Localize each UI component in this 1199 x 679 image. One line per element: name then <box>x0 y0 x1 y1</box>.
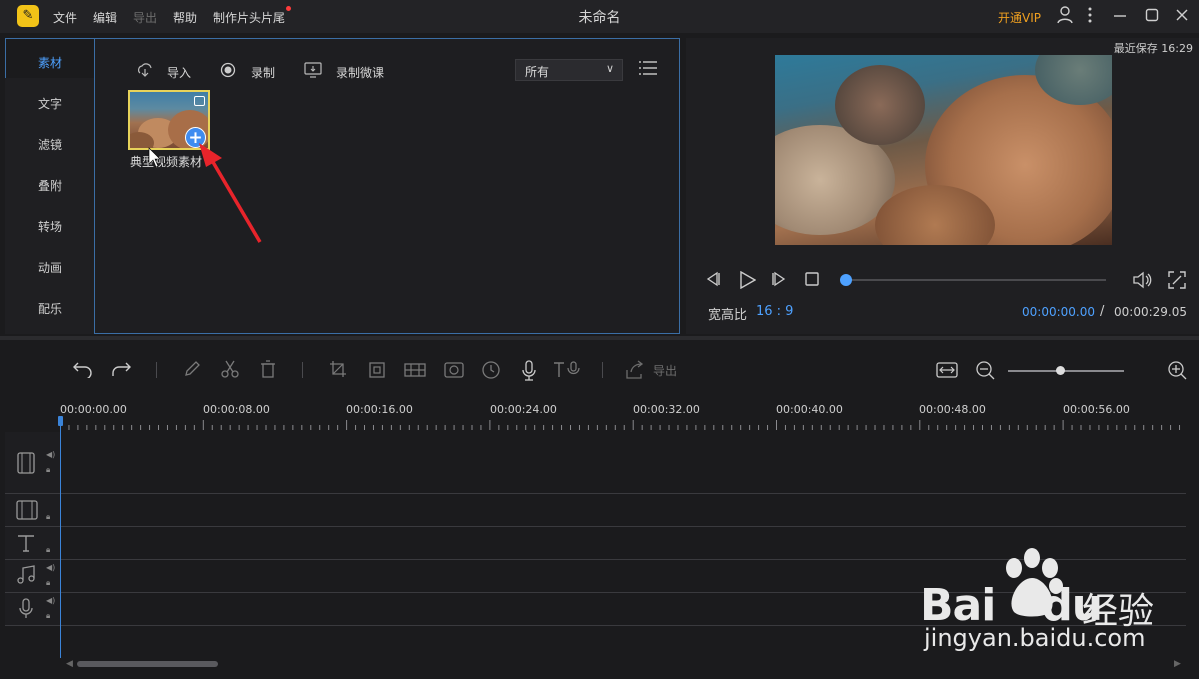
preview-panel: 最近保存 16:29 宽高比 16 : 9 00:00:00.00 / 00:0… <box>686 38 1199 334</box>
ruler-label: 00:00:08.00 <box>203 403 270 416</box>
user-icon[interactable] <box>1057 6 1073 28</box>
track-lock-icon[interactable]: 🔒︎ <box>46 465 50 475</box>
track-mute-icon[interactable]: ◀) <box>46 563 55 572</box>
text-to-speech-icon[interactable] <box>553 360 583 385</box>
redo-icon[interactable] <box>111 360 131 383</box>
crop-icon[interactable] <box>329 360 347 383</box>
overlay-track-icon <box>16 500 38 524</box>
title-bar: ✎ 文件 编辑 导出 帮助 制作片头片尾 未命名 开通VIP <box>0 0 1199 33</box>
timeline-ruler[interactable] <box>60 420 1186 430</box>
sidebar-item-filter[interactable]: 滤镜 <box>5 136 95 153</box>
zoom-frame-icon[interactable] <box>367 360 387 385</box>
track-mute-icon[interactable]: ◀) <box>46 596 55 605</box>
playhead[interactable] <box>60 418 61 658</box>
sidebar-item-text[interactable]: 文字 <box>5 95 95 112</box>
current-time: 00:00:00.00 <box>1022 305 1095 319</box>
sidebar-item-transition[interactable]: 转场 <box>5 218 95 235</box>
arrow-annotation-icon <box>148 143 262 243</box>
ruler-label: 00:00:40.00 <box>776 403 843 416</box>
sidebar-item-music[interactable]: 配乐 <box>5 300 95 317</box>
voiceover-track-icon <box>18 598 34 624</box>
ruler-label: 00:00:32.00 <box>633 403 700 416</box>
zoom-out-icon[interactable] <box>975 360 995 385</box>
total-duration: 00:00:29.05 <box>1114 305 1187 319</box>
sidebar-item-overlay[interactable]: 叠附 <box>5 177 95 194</box>
vip-button[interactable]: 开通VIP <box>998 9 1041 26</box>
time-separator: / <box>1100 304 1105 319</box>
ruler-label: 00:00:48.00 <box>919 403 986 416</box>
baidu-watermark: Bai du 经验 jingyan.baidu.com <box>920 548 1190 658</box>
fit-timeline-icon[interactable] <box>936 360 958 385</box>
watermark-url: jingyan.baidu.com <box>924 624 1146 652</box>
zoom-slider[interactable] <box>1008 370 1124 372</box>
more-icon[interactable] <box>1087 6 1093 28</box>
mosaic-icon[interactable] <box>403 360 427 385</box>
voiceover-mic-icon[interactable] <box>521 360 537 387</box>
sidebar-item-media[interactable]: 素材 <box>5 54 95 71</box>
stop-icon[interactable] <box>804 271 820 291</box>
previous-frame-icon[interactable] <box>706 271 722 291</box>
media-panel: 导入 录制 录制微课 所有 ∨ + 典型视频素材 <box>94 38 680 334</box>
scroll-left-icon[interactable]: ◀ <box>66 659 73 669</box>
close-icon[interactable] <box>1175 6 1189 28</box>
fullscreen-icon[interactable] <box>1168 271 1186 293</box>
ruler-label: 00:00:24.00 <box>490 403 557 416</box>
maximize-icon[interactable] <box>1145 6 1159 28</box>
duration-clock-icon[interactable] <box>481 360 501 385</box>
toolbar-separator <box>156 362 157 378</box>
track-divider <box>5 493 1186 494</box>
scissors-icon[interactable] <box>221 360 239 383</box>
aspect-ratio-select[interactable]: 16 : 9 <box>756 304 793 319</box>
track-lock-icon[interactable]: 🔒︎ <box>46 611 50 621</box>
minimize-icon[interactable] <box>1113 6 1127 28</box>
toolbar-separator <box>602 362 603 378</box>
track-lock-icon[interactable]: 🔒︎ <box>46 578 50 588</box>
ruler-label: 00:00:00.00 <box>60 403 127 416</box>
track-mute-icon[interactable]: ◀) <box>46 450 55 459</box>
toolbar-separator <box>302 362 303 378</box>
zoom-slider-handle[interactable] <box>1056 366 1066 375</box>
last-saved-status: 最近保存 16:29 <box>1113 42 1193 55</box>
export-share-icon[interactable] <box>625 360 645 385</box>
aspect-ratio-label: 宽高比 <box>708 308 748 323</box>
timeline-horizontal-scrollbar[interactable] <box>77 661 218 667</box>
edit-pencil-icon[interactable] <box>183 360 201 383</box>
next-frame-icon[interactable] <box>770 271 786 291</box>
export-button[interactable]: 导出 <box>653 362 677 379</box>
freeze-frame-icon[interactable] <box>443 360 465 385</box>
delete-icon[interactable] <box>259 360 277 383</box>
track-lock-icon[interactable]: 🔒︎ <box>46 512 50 522</box>
undo-icon[interactable] <box>73 360 93 383</box>
timeline-toolbar: 导出 <box>0 340 1199 400</box>
video-track-icon <box>16 452 36 478</box>
text-track-icon <box>16 533 36 557</box>
zoom-in-icon[interactable] <box>1167 360 1187 385</box>
sidebar-item-animation[interactable]: 动画 <box>5 259 95 276</box>
preview-seek-bar[interactable] <box>846 279 1106 281</box>
track-lock-icon[interactable]: 🔒︎ <box>46 545 50 555</box>
seek-handle[interactable] <box>840 274 852 286</box>
ruler-label: 00:00:56.00 <box>1063 403 1130 416</box>
track-divider <box>5 526 1186 527</box>
playhead-handle[interactable] <box>58 416 63 426</box>
music-track-icon <box>16 565 36 589</box>
ruler-label: 00:00:16.00 <box>346 403 413 416</box>
scroll-right-icon[interactable]: ▶ <box>1174 659 1181 669</box>
play-icon[interactable] <box>738 270 757 293</box>
video-preview[interactable] <box>775 55 1112 245</box>
volume-icon[interactable] <box>1132 271 1152 293</box>
